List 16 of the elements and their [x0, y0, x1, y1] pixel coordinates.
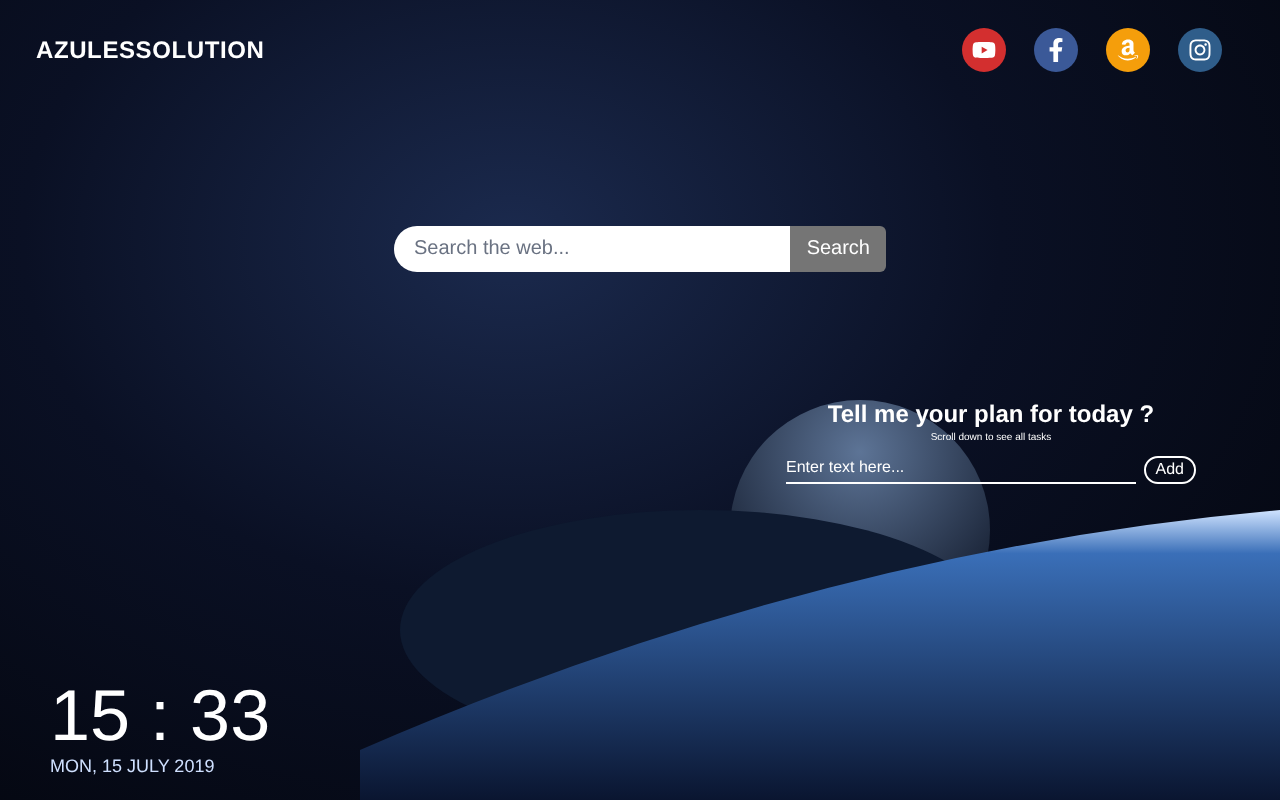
todo-title: Tell me your plan for today ? [827, 398, 1155, 432]
clock-date: MON, 15 JULY 2019 [50, 753, 217, 779]
letter-a-icon [1116, 38, 1140, 62]
camera-icon [1188, 38, 1212, 62]
letter-f-icon [1044, 38, 1068, 62]
task-input[interactable]: Enter text here... [786, 456, 1136, 484]
search-field[interactable]: Search the web... [394, 226, 791, 272]
social-link[interactable] [1106, 28, 1150, 72]
social-link[interactable] [1034, 28, 1078, 72]
brand-name: AZULESSOLUTION [36, 34, 265, 68]
search-button[interactable]: Search [790, 226, 886, 272]
social-link[interactable] [962, 28, 1006, 72]
clock-time: 15 : 33 [50, 677, 273, 753]
social-link[interactable] [1178, 28, 1222, 72]
play-icon [972, 38, 996, 62]
add-button[interactable]: Add [1143, 456, 1196, 484]
